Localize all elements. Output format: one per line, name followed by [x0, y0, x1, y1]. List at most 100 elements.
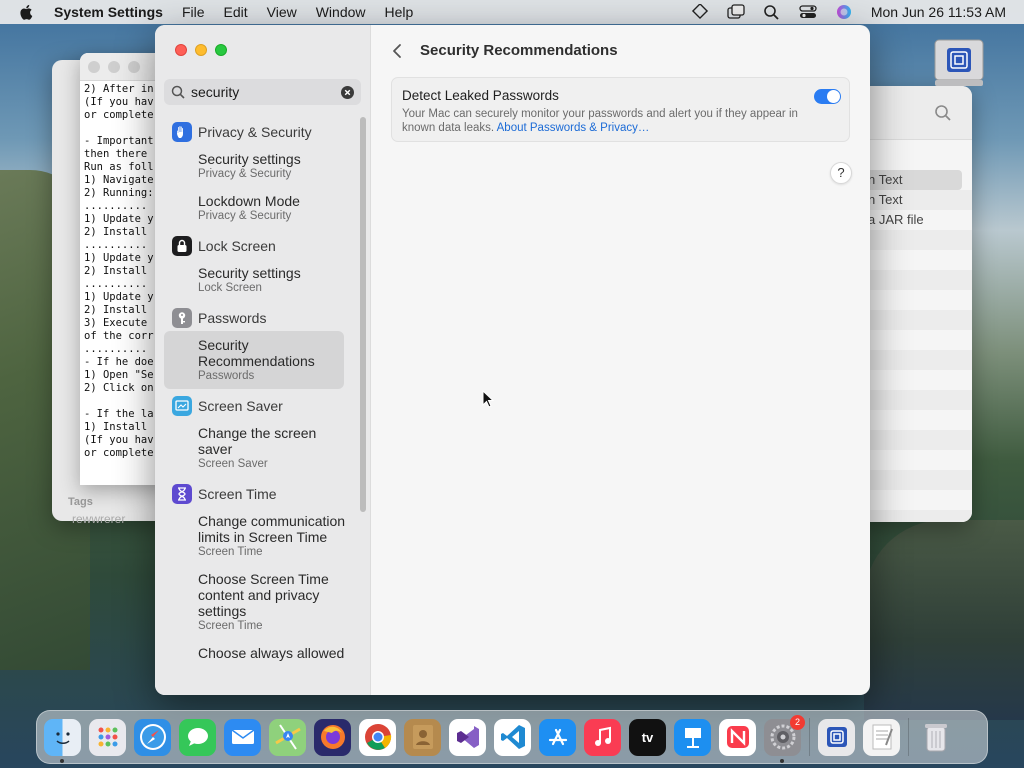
- list-row-empty: [860, 330, 972, 350]
- result-item-subtitle: Privacy & Security: [198, 210, 292, 222]
- about-passwords-privacy-link[interactable]: About Passwords & Privacy…: [497, 122, 650, 134]
- right-window-toolbar: [860, 86, 972, 140]
- system-settings-window: Privacy & Security Security settings Pri…: [155, 25, 870, 695]
- result-group-screen-time: Screen Time: [164, 481, 360, 507]
- list-item: n Text: [860, 190, 972, 210]
- close-button[interactable]: [175, 44, 187, 56]
- result-group-label: Screen Time: [198, 486, 277, 502]
- spotlight-search-icon[interactable]: [763, 4, 781, 20]
- menu-app-name[interactable]: System Settings: [54, 4, 163, 20]
- menu-help[interactable]: Help: [385, 4, 414, 20]
- result-item-title: Change the screen saver: [198, 425, 317, 457]
- zoom-dot-icon: [128, 60, 140, 73]
- keynote-icon[interactable]: [674, 718, 711, 756]
- list-item: a JAR file: [868, 212, 924, 227]
- menu-window[interactable]: Window: [316, 4, 366, 20]
- diamond-status-icon[interactable]: [691, 4, 709, 20]
- detect-leaked-passwords-toggle[interactable]: [814, 89, 841, 104]
- textedit-icon[interactable]: [863, 718, 900, 756]
- result-item-title: Security Recommendations: [198, 337, 315, 369]
- list-row-empty: [860, 470, 972, 490]
- news-icon[interactable]: [719, 718, 756, 756]
- tv-label: tv: [641, 729, 654, 745]
- result-item-title: Lockdown Mode: [198, 193, 300, 209]
- firefox-icon[interactable]: [314, 718, 351, 756]
- menu-file[interactable]: File: [182, 4, 205, 20]
- result-item-change-screen-saver[interactable]: Change the screen saver Screen Saver: [164, 419, 360, 477]
- contacts-icon[interactable]: [404, 718, 441, 756]
- result-group-label: Privacy & Security: [198, 124, 312, 140]
- windows-status-icon[interactable]: [727, 4, 745, 20]
- trash-icon[interactable]: [917, 719, 954, 756]
- result-item-security-settings[interactable]: Security settings Privacy & Security: [164, 145, 360, 187]
- search-icon: [171, 85, 185, 99]
- result-item-security-recommendations[interactable]: Security Recommendations Passwords: [164, 331, 344, 389]
- maps-icon[interactable]: [269, 718, 306, 756]
- menu-view[interactable]: View: [267, 4, 297, 20]
- page-title: Security Recommendations: [420, 42, 618, 59]
- menu-edit[interactable]: Edit: [224, 4, 248, 20]
- music-icon[interactable]: [584, 718, 621, 756]
- help-button[interactable]: ?: [830, 162, 852, 184]
- result-item-lockdown-mode[interactable]: Lockdown Mode Privacy & Security: [164, 187, 360, 229]
- key-icon: [172, 308, 192, 328]
- tags-heading: Tags: [68, 496, 93, 508]
- result-item-subtitle: Screen Saver: [198, 458, 268, 470]
- search-input[interactable]: [191, 84, 331, 100]
- result-group-label: Passwords: [198, 310, 267, 326]
- search-icon: [935, 105, 951, 121]
- result-group-label: Lock Screen: [198, 238, 276, 254]
- sidebar-scrollbar[interactable]: [360, 117, 366, 512]
- list-row-empty: [860, 250, 972, 270]
- disk-image-icon[interactable]: [932, 38, 986, 88]
- launchpad-icon[interactable]: [89, 718, 126, 756]
- system-settings-icon[interactable]: 2: [764, 714, 805, 763]
- result-item-title: Security settings: [198, 151, 301, 167]
- running-indicator: [60, 758, 64, 763]
- list-row-empty: [860, 350, 972, 370]
- lock-icon: [172, 236, 192, 256]
- result-group-privacy-security: Privacy & Security: [164, 119, 360, 145]
- hand-icon: [172, 122, 192, 142]
- minimize-button[interactable]: [195, 44, 207, 56]
- clear-search-icon[interactable]: [341, 85, 354, 99]
- vscode-icon[interactable]: [494, 718, 531, 756]
- disk-utility-icon[interactable]: [818, 718, 855, 756]
- result-item-subtitle: Screen Time: [198, 546, 263, 558]
- back-chevron-icon[interactable]: [391, 42, 405, 60]
- result-item-subtitle: Screen Time: [198, 620, 263, 632]
- mail-icon[interactable]: [224, 718, 261, 756]
- list-row-empty: [860, 270, 972, 290]
- setting-title: Detect Leaked Passwords: [402, 88, 559, 103]
- dock-separator: [809, 718, 810, 756]
- toggle-knob: [827, 90, 840, 103]
- search-results: Privacy & Security Security settings Pri…: [164, 115, 360, 667]
- result-item-content-privacy[interactable]: Choose Screen Time content and privacy s…: [164, 565, 360, 639]
- finder-icon[interactable]: [44, 718, 81, 763]
- screen-saver-icon: [172, 396, 192, 416]
- result-item-subtitle: Privacy & Security: [198, 168, 292, 180]
- result-item-always-allowed[interactable]: Choose always allowed: [164, 639, 360, 667]
- control-center-icon[interactable]: [799, 4, 817, 20]
- search-field[interactable]: [164, 79, 361, 105]
- messages-icon[interactable]: [179, 718, 216, 756]
- list-row-empty: [860, 410, 972, 430]
- setting-description: Your Mac can securely monitor your passw…: [402, 107, 802, 135]
- list-row-empty: [860, 450, 972, 470]
- menu-bar-clock[interactable]: Mon Jun 26 11:53 AM: [871, 4, 1006, 20]
- safari-icon[interactable]: [134, 718, 171, 756]
- result-item-security-settings-lock[interactable]: Security settings Lock Screen: [164, 259, 360, 301]
- result-item-title: Change communication limits in Screen Ti…: [198, 513, 346, 545]
- visual-studio-icon[interactable]: [449, 718, 486, 756]
- result-item-communication-limits[interactable]: Change communication limits in Screen Ti…: [164, 507, 360, 565]
- list-row-empty: [860, 430, 972, 450]
- chrome-icon[interactable]: [359, 718, 396, 756]
- tv-icon[interactable]: tv: [629, 718, 666, 756]
- result-item-subtitle: Passwords: [198, 370, 255, 382]
- apple-menu-icon[interactable]: [18, 4, 36, 20]
- siri-icon[interactable]: [835, 4, 853, 20]
- list-row-empty: [860, 390, 972, 410]
- app-store-icon[interactable]: [539, 718, 576, 756]
- zoom-button[interactable]: [215, 44, 227, 56]
- result-item-title: Security settings: [198, 265, 301, 281]
